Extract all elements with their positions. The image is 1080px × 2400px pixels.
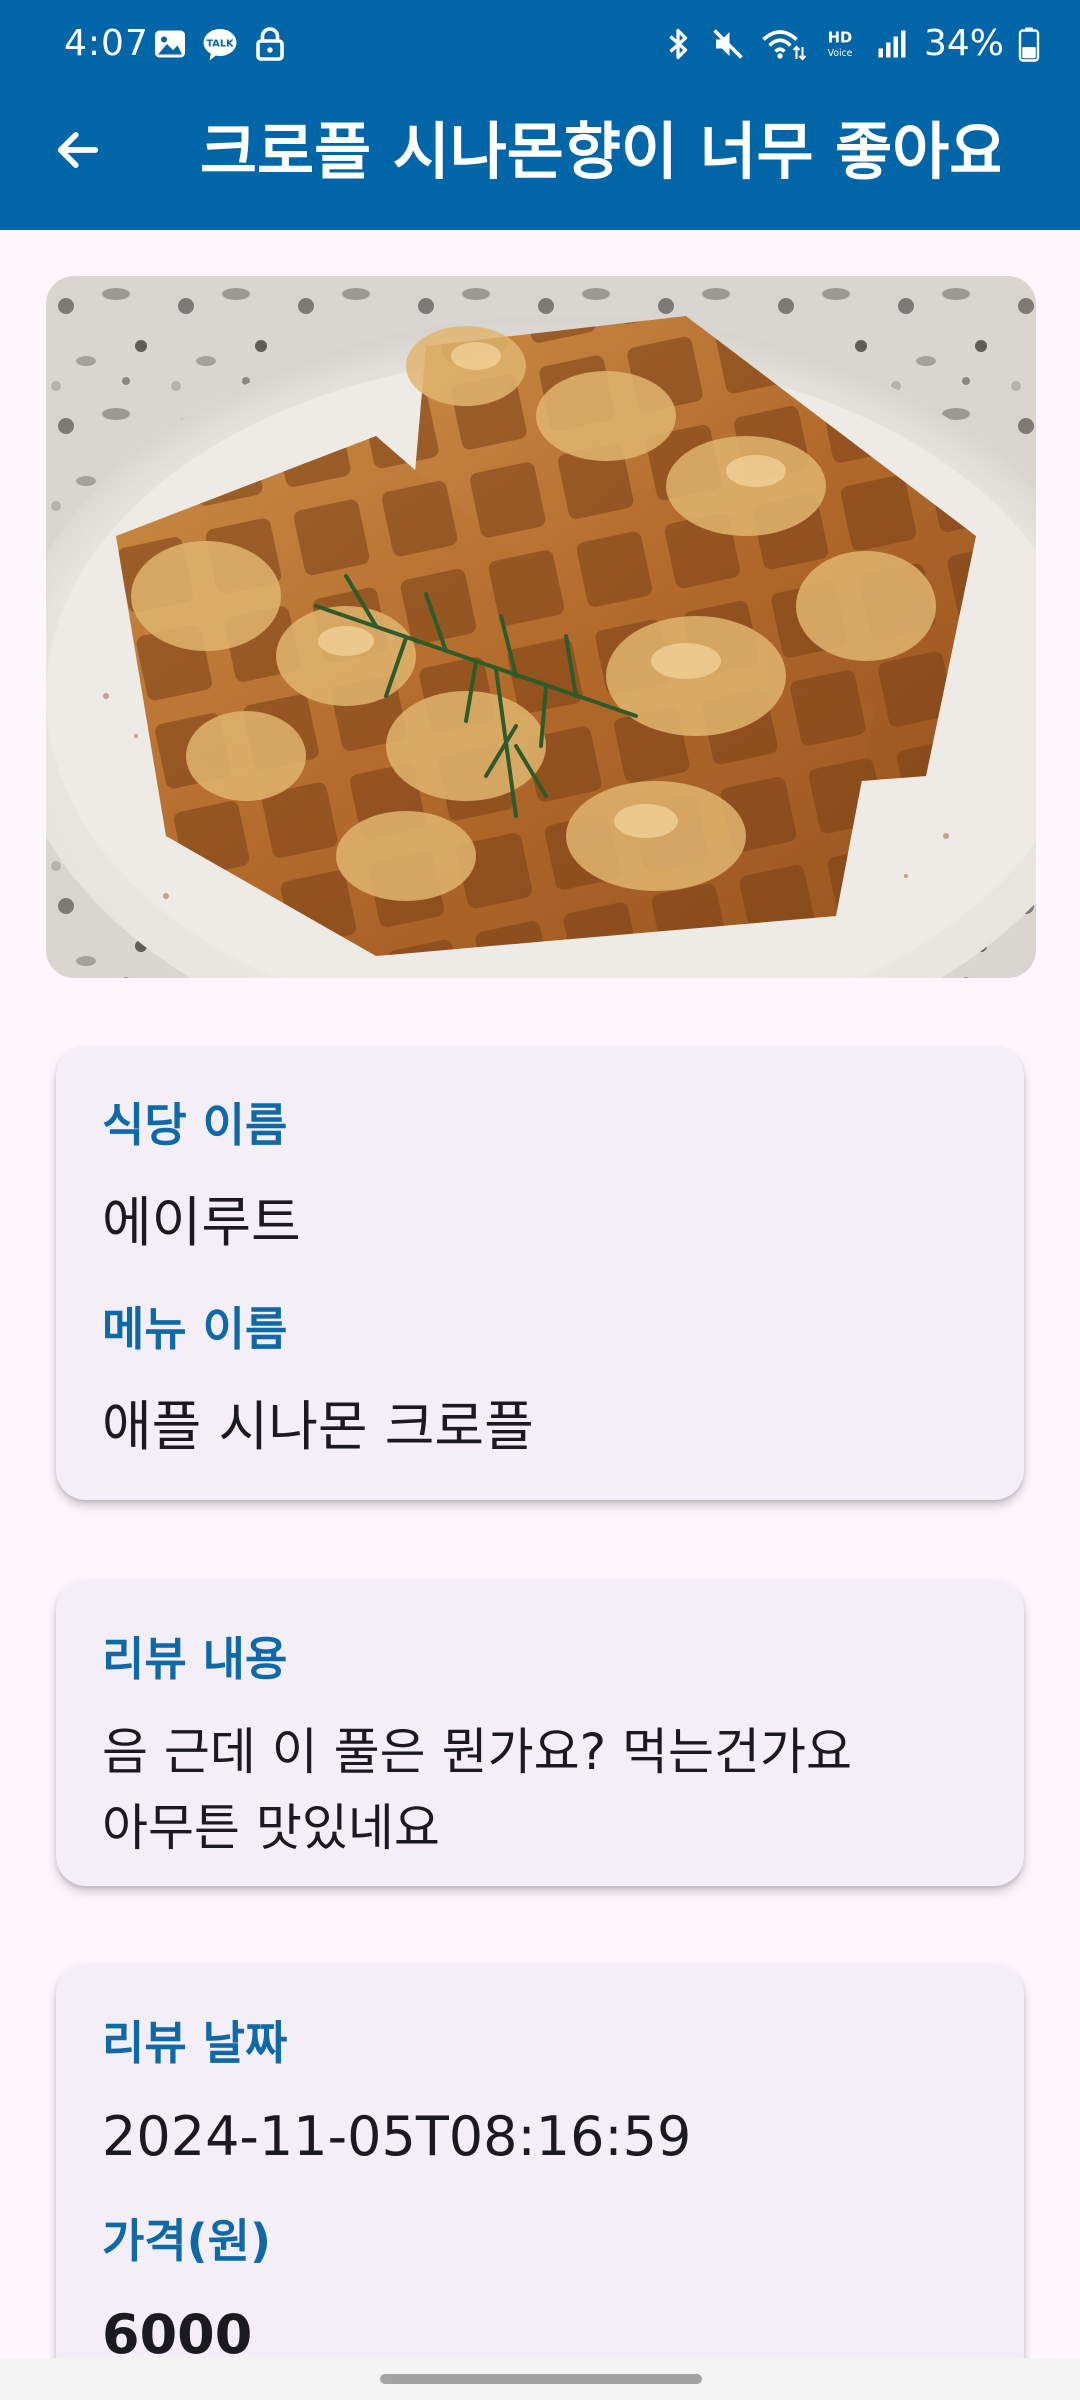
wifi-icon [762, 30, 806, 61]
battery-icon [1018, 27, 1040, 62]
status-bar: 4:07 TALK HD Voice 34% [0, 0, 1080, 90]
page-title: 크로플 시나몬향이 너무 좋아요.. [200, 115, 1000, 188]
price-label: 가격(원) [102, 2214, 272, 2268]
app-bar: 4:07 TALK HD Voice 34% 크로플 시나몬향이 너무 좋아요.… [0, 0, 1080, 230]
restaurant-menu-card: 식당 이름 에이루트 메뉴 이름 애플 시나몬 크로플 [56, 1046, 1024, 1500]
arrow-back-icon [57, 132, 99, 168]
status-right-icons: HD Voice 34% [660, 22, 1040, 66]
gallery-icon [155, 30, 185, 58]
status-left-icons: TALK [152, 26, 288, 62]
lock-icon [256, 27, 284, 61]
restaurant-value: 에이루트 [102, 1191, 301, 1254]
review-meta-card: 리뷰 날짜 2024-11-05T08:16:59 가격(원) 6000 [56, 1964, 1024, 2384]
gesture-handle[interactable] [380, 2374, 702, 2384]
status-time: 4:07 [64, 23, 149, 64]
signal-icon [878, 30, 906, 58]
voice-text: Voice [828, 48, 853, 59]
battery-percent: 34% [923, 23, 1004, 64]
kakaotalk-text: TALK [206, 38, 234, 49]
waffle-photo [46, 276, 1036, 978]
hd-voice-icon: HD Voice [828, 30, 853, 59]
review-content-label: 리뷰 내용 [102, 1632, 288, 1686]
review-content-card: 리뷰 내용 음 근데 이 풀은 뭔가요? 먹는건가요 아무튼 맛있네요 [56, 1580, 1024, 1886]
menu-label: 메뉴 이름 [102, 1302, 288, 1356]
review-photo [46, 276, 1036, 978]
restaurant-label: 식당 이름 [102, 1098, 288, 1152]
bluetooth-icon [669, 28, 688, 60]
hd-text: HD [828, 30, 852, 47]
screen: 4:07 TALK HD Voice 34% 크로플 시나몬향이 너무 좋아요.… [0, 0, 1080, 2400]
back-button[interactable] [40, 112, 116, 188]
mute-icon [713, 29, 743, 59]
review-date-label: 리뷰 날짜 [102, 2016, 288, 2070]
menu-value: 애플 시나몬 크로플 [102, 1395, 534, 1458]
review-date-value: 2024-11-05T08:16:59 [102, 2105, 692, 2168]
review-content-value: 음 근데 이 풀은 뭔가요? 먹는건가요 아무튼 맛있네요 [102, 1723, 853, 1857]
kakaotalk-icon: TALK [203, 29, 237, 61]
